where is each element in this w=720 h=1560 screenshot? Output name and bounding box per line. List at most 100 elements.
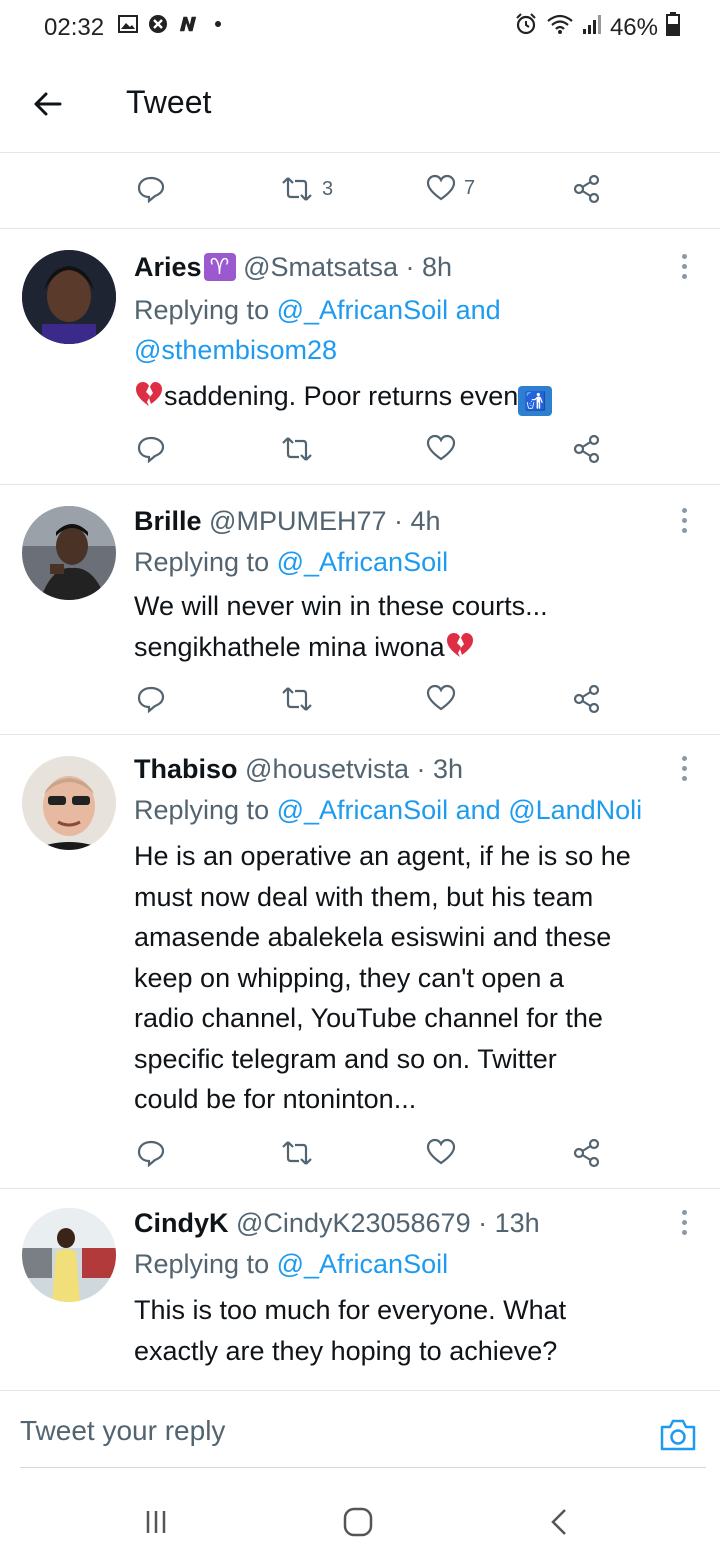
replying-to: Replying to @_AfricanSoil and @LandNoli xyxy=(134,790,714,830)
reply-tweet[interactable]: CindyK @CindyK23058679 · 13h Replying to… xyxy=(0,1188,720,1390)
back-arrow-icon[interactable] xyxy=(30,86,66,122)
tweet-body-line: could be for ntoninton... xyxy=(134,1084,417,1114)
reply-button[interactable] xyxy=(136,1138,166,1168)
avatar[interactable] xyxy=(22,506,116,600)
like-button[interactable] xyxy=(426,434,456,462)
tweet-body: saddening. Poor returns even xyxy=(164,381,519,411)
tweet-body-line: sengikhathele mina iwona xyxy=(134,631,445,662)
tweet-header: Aries ♈ @Smatsatsa · 8h xyxy=(134,252,452,283)
reply-button[interactable] xyxy=(136,684,166,714)
more-options-icon[interactable] xyxy=(682,254,690,280)
replying-prefix: Replying to xyxy=(134,547,270,577)
replying-prefix: Replying to xyxy=(134,795,270,825)
tweet-header: Thabiso @housetvista · 3h xyxy=(134,754,463,785)
like-button[interactable] xyxy=(426,684,456,712)
mention-link[interactable]: @_AfricanSoil xyxy=(277,547,448,577)
tweet-body-line: amasende abalekela esiswini and these xyxy=(134,922,612,952)
reply-tweet[interactable]: Thabiso @housetvista · 3h Replying to @_… xyxy=(0,734,720,1189)
avatar[interactable] xyxy=(22,1208,116,1302)
share-button[interactable] xyxy=(572,684,602,714)
retweet-button[interactable] xyxy=(280,1138,314,1168)
retweet-icon xyxy=(282,177,312,201)
mention-link[interactable]: @_AfricanSoil xyxy=(277,295,448,325)
replying-prefix: Replying to xyxy=(134,295,270,325)
tweet-body-line: We will never win in these courts... xyxy=(134,591,548,621)
n-icon xyxy=(178,14,198,34)
tweet-header: Brille @MPUMEH77 · 4h xyxy=(134,506,441,537)
heart-icon xyxy=(426,174,456,201)
tweet-header: CindyK @CindyK23058679 · 13h xyxy=(134,1208,540,1239)
back-nav-icon[interactable] xyxy=(540,1502,580,1542)
display-name: Thabiso xyxy=(134,754,238,784)
reply-icon xyxy=(137,1140,165,1168)
display-name: Brille xyxy=(134,506,202,536)
battery-text: 46% xyxy=(609,13,658,41)
share-icon xyxy=(573,684,600,714)
tweet-body-line: keep on whipping, they can't open a xyxy=(134,962,564,993)
broken-heart-emoji xyxy=(445,630,475,671)
share-button[interactable] xyxy=(572,1138,602,1168)
retweet-button[interactable] xyxy=(280,434,314,464)
replying-join[interactable]: and xyxy=(456,295,501,325)
reply-composer: Tweet your reply xyxy=(0,1390,720,1469)
display-name: CindyK xyxy=(134,1208,229,1238)
timestamp: · 8h xyxy=(405,252,453,282)
wifi-icon xyxy=(546,13,574,42)
replying-join[interactable]: and xyxy=(456,795,501,825)
heart-icon xyxy=(426,434,456,461)
mention-link[interactable]: @sthembisom28 xyxy=(134,335,337,365)
recent-apps-icon[interactable] xyxy=(136,1502,176,1542)
mention-link[interactable]: @_AfricanSoil xyxy=(277,1249,448,1279)
status-right: 46% xyxy=(514,12,680,43)
tweet-text: saddening. Poor returns even 🚮 xyxy=(134,376,708,420)
more-options-icon[interactable] xyxy=(682,1210,690,1236)
tweet-actions xyxy=(136,434,636,474)
gallery-icon xyxy=(118,14,138,34)
avatar[interactable] xyxy=(22,250,116,344)
litter-emoji: 🚮 xyxy=(518,386,553,416)
more-options-icon[interactable] xyxy=(682,508,690,534)
more-options-icon[interactable] xyxy=(682,756,690,782)
reply-button[interactable] xyxy=(136,174,166,204)
share-icon xyxy=(573,174,600,204)
share-button[interactable] xyxy=(572,174,602,204)
heart-icon xyxy=(426,684,456,711)
status-left-icons xyxy=(118,14,228,34)
dot-icon xyxy=(208,14,228,34)
like-count: 7 xyxy=(464,176,476,199)
reply-tweet[interactable]: Brille @MPUMEH77 · 4h Replying to @_Afri… xyxy=(0,484,720,735)
tweet-body-line: specific telegram and so on. Twitter xyxy=(134,1043,557,1074)
tweet-body-line: must now deal with them, but his team xyxy=(134,881,594,912)
handle: @MPUMEH77 xyxy=(209,506,387,536)
tweet-actions xyxy=(136,1138,636,1178)
reply-input[interactable]: Tweet your reply xyxy=(20,1415,225,1447)
page-title: Tweet xyxy=(126,84,212,120)
like-button[interactable] xyxy=(426,1138,456,1166)
handle: @CindyK23058679 xyxy=(236,1208,471,1238)
retweet-icon xyxy=(282,437,312,461)
like-button[interactable]: 7 xyxy=(426,174,475,202)
timestamp: · 4h xyxy=(394,506,441,536)
home-icon[interactable] xyxy=(338,1502,378,1542)
mention-link[interactable]: @_AfricanSoil xyxy=(277,795,448,825)
reply-button[interactable] xyxy=(136,434,166,464)
status-time: 02:32 xyxy=(44,14,105,41)
replying-to: Replying to @_AfricanSoil xyxy=(134,542,714,582)
tweet-body-line: exactly are they hoping to achieve? xyxy=(134,1335,558,1366)
reply-tweet[interactable]: Aries ♈ @Smatsatsa · 8h Replying to @_Afr… xyxy=(0,228,720,485)
tweet-text: This is too much for everyone. What exac… xyxy=(134,1290,708,1371)
timestamp: · 3h xyxy=(416,754,464,784)
retweet-count: 3 xyxy=(322,177,334,200)
share-button[interactable] xyxy=(572,434,602,464)
retweet-button[interactable] xyxy=(280,684,314,714)
heart-icon xyxy=(426,1138,456,1165)
camera-icon[interactable] xyxy=(658,1415,698,1455)
tweet-text: He is an operative an agent, if he is so… xyxy=(134,836,708,1120)
handle: @housetvista xyxy=(245,754,410,784)
tweet-text: We will never win in these courts... sen… xyxy=(134,586,708,670)
retweet-button[interactable]: 3 xyxy=(280,174,333,204)
app-bar: Tweet xyxy=(0,58,720,153)
avatar[interactable] xyxy=(22,756,116,850)
mention-link[interactable]: @LandNoli xyxy=(508,795,642,825)
share-icon xyxy=(573,434,600,464)
